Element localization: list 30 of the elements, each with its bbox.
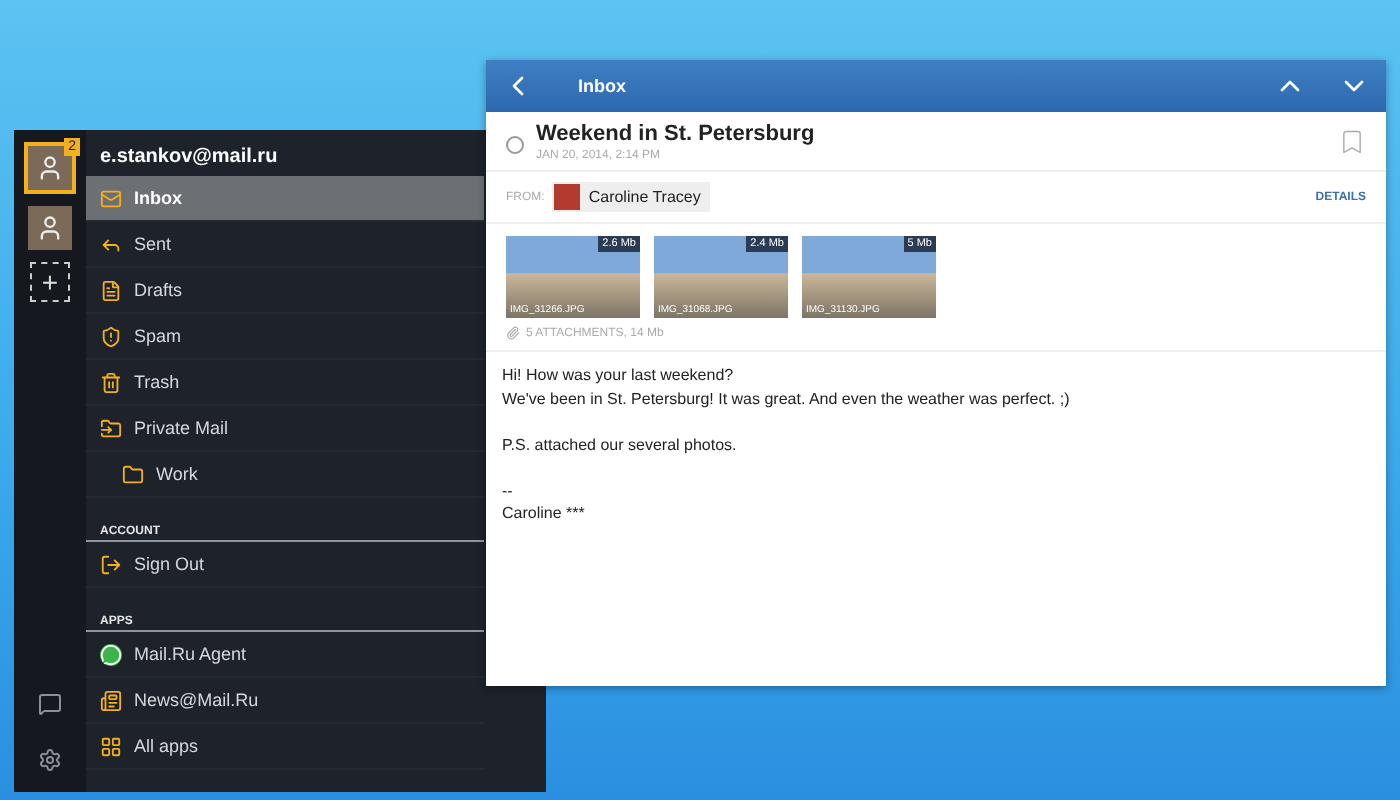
settings-icon[interactable] bbox=[38, 748, 62, 772]
bookmark-icon[interactable] bbox=[1338, 128, 1366, 156]
folder-item[interactable]: Spam bbox=[86, 314, 484, 360]
feedback-icon[interactable] bbox=[38, 692, 62, 716]
message-subject: Weekend in St. Petersburg bbox=[536, 122, 817, 146]
account-avatar[interactable] bbox=[28, 206, 72, 250]
grid-icon bbox=[100, 735, 122, 757]
menu-item[interactable]: Mail.Ru Agent bbox=[86, 632, 484, 678]
folder-item[interactable]: Work bbox=[86, 452, 484, 498]
folder-item[interactable]: Drafts bbox=[86, 268, 484, 314]
read-indicator[interactable] bbox=[506, 136, 524, 154]
sign-out-icon bbox=[100, 553, 122, 575]
message-body: Hi! How was your last weekend? We've been in St. Petersburg! It was great. And even the weather was perfect. ;) P.S. attached our several photos. -- Caroline *** bbox=[500, 364, 1072, 526]
sender-chip[interactable]: Caroline Tracey bbox=[552, 182, 711, 212]
add-account-button[interactable]: + bbox=[30, 262, 70, 302]
menu-item[interactable]: Sign Out bbox=[86, 542, 484, 588]
avatar-placeholder bbox=[554, 184, 581, 210]
menu-item[interactable]: All apps bbox=[86, 724, 484, 770]
account-email: e.stankov@mail.ru bbox=[98, 144, 280, 172]
newspaper-icon bbox=[100, 689, 122, 711]
toolbar-title: Inbox bbox=[578, 76, 628, 96]
folder-item[interactable]: Trash bbox=[86, 360, 484, 406]
chat-icon bbox=[100, 643, 122, 665]
folder-item[interactable]: Private Mail bbox=[86, 406, 484, 452]
person-icon bbox=[36, 154, 64, 182]
paperclip-icon bbox=[506, 326, 520, 340]
menu-item[interactable]: News@Mail.Ru bbox=[86, 678, 484, 724]
person-icon bbox=[36, 214, 64, 242]
folder-item[interactable]: Inbox bbox=[86, 176, 484, 222]
folder-item[interactable]: Sent bbox=[86, 222, 484, 268]
